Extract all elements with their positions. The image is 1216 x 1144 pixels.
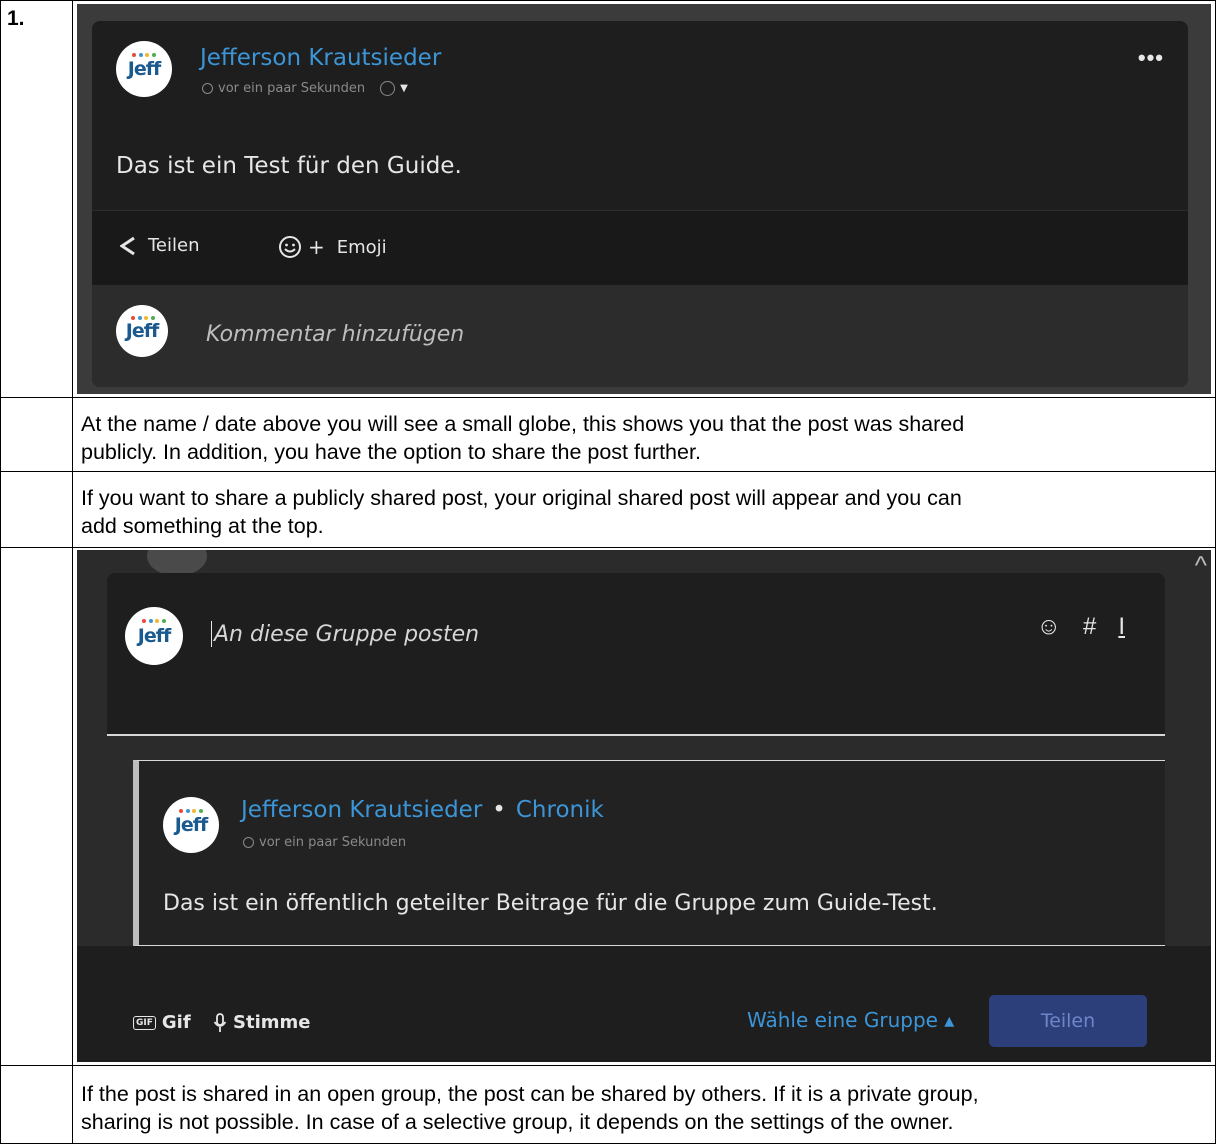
smiley-plus-icon (279, 236, 301, 258)
composer-divider (107, 734, 1165, 736)
table-row: At the name / date above you will see a … (0, 397, 1216, 471)
share-button[interactable]: Teilen (989, 995, 1147, 1047)
row-number-cell (0, 472, 73, 547)
more-options-button[interactable]: ••• (1138, 45, 1164, 71)
plus-icon: + (308, 235, 325, 259)
voice-button[interactable]: Stimme (213, 1012, 310, 1033)
group-select[interactable]: Wähle eine Gruppe ▴ (747, 1008, 954, 1032)
caret-down-icon[interactable]: ▼ (400, 83, 408, 94)
avatar-logo: Jeff (137, 625, 171, 647)
content-cell: At the name / date above you will see a … (73, 398, 1216, 471)
emoji-label: Emoji (336, 236, 387, 258)
globe-icon[interactable] (380, 81, 396, 96)
post-card: Jeff Jefferson Krautsieder vor ein paar … (92, 21, 1188, 387)
post-screenshot: Jeff Jefferson Krautsieder vor ein paar … (77, 4, 1211, 394)
composer-tools: ☺ # I (1036, 613, 1125, 641)
paragraph-line: publicly. In addition, you have the opti… (81, 440, 701, 464)
avatar-logo: Jeff (174, 814, 208, 836)
text-cursor (211, 621, 212, 647)
table-row: If the post is shared in an open group, … (0, 1065, 1216, 1144)
paragraph-line: add something at the top. (81, 514, 324, 538)
clock-icon (202, 83, 213, 94)
composer-placeholder: An diese Gruppe posten (214, 621, 480, 647)
emoji-action[interactable]: + Emoji (278, 235, 387, 259)
chevron-up-icon[interactable]: ^ (1195, 550, 1207, 581)
gif-icon: GIF (133, 1015, 156, 1030)
shared-post-text: Das ist ein öffentlich geteilter Beitrag… (163, 891, 938, 916)
row-number: 1. (7, 7, 25, 30)
comment-bar: Jeff Kommentar hinzufügen (92, 285, 1188, 387)
gif-button[interactable]: GIF Gif (133, 1012, 191, 1033)
microphone-icon (213, 1012, 227, 1032)
row-number-cell (0, 548, 73, 1065)
avatar: Jeff (163, 797, 219, 853)
composer-input[interactable]: An diese Gruppe posten (211, 621, 479, 647)
share-icon (120, 236, 135, 255)
post-time: vor ein paar Sekunden ▼ (202, 81, 408, 96)
paragraph-line: At the name / date above you will see a … (81, 412, 965, 436)
content-cell: If the post is shared in an open group, … (73, 1066, 1216, 1144)
paragraph-line: sharing is not possible. In case of a se… (81, 1110, 954, 1134)
shared-author[interactable]: Jefferson Krautsieder (241, 797, 482, 823)
share-footer: GIF Gif Stimme Wähle eine Gruppe ▴ Teile… (77, 946, 1211, 1062)
row-number-cell (0, 1066, 73, 1144)
avatar-logo: Jeff (127, 58, 161, 80)
post-time-text: vor ein paar Sekunden (218, 81, 366, 96)
emoji-icon[interactable]: ☺ (1036, 613, 1061, 641)
avatar[interactable]: Jeff (116, 41, 172, 97)
share-dialog-screenshot: ^ Jeff An diese Gruppe posten ☺ # I Jeff… (77, 550, 1211, 1062)
paragraph-line: If you want to share a publicly shared p… (81, 486, 962, 510)
content-cell: If you want to share a publicly shared p… (73, 472, 1216, 547)
gif-label: Gif (161, 1012, 191, 1033)
avatar-logo: Jeff (125, 320, 159, 342)
author-name[interactable]: Jefferson Krautsieder (200, 45, 441, 71)
row-number-cell: 1. (0, 1, 73, 397)
separator: • (492, 797, 506, 823)
post-actions: Teilen + Emoji (92, 211, 1188, 285)
shared-time-text: vor ein paar Sekunden (259, 835, 407, 850)
voice-label: Stimme (233, 1012, 311, 1033)
shared-time: vor ein paar Sekunden (243, 835, 406, 850)
share-composer: Jeff An diese Gruppe posten ☺ # I (107, 573, 1165, 735)
text-format-icon[interactable]: I (1118, 613, 1125, 641)
paragraph-line: If the post is shared in an open group, … (81, 1082, 979, 1106)
comment-input[interactable]: Kommentar hinzufügen (206, 322, 464, 347)
shared-author-line: Jefferson Krautsieder • Chronik (241, 797, 604, 823)
share-label: Teilen (148, 235, 200, 256)
shared-post-preview: Jeff Jefferson Krautsieder • Chronik vor… (133, 760, 1165, 946)
table-row: If you want to share a publicly shared p… (0, 471, 1216, 547)
shared-target[interactable]: Chronik (516, 797, 604, 823)
avatar: Jeff (116, 305, 168, 357)
clock-icon (243, 837, 254, 848)
hashtag-icon[interactable]: # (1083, 613, 1096, 641)
share-action[interactable]: Teilen (120, 235, 200, 256)
avatar: Jeff (125, 607, 183, 665)
row-number-cell (0, 398, 73, 471)
post-text: Das ist ein Test für den Guide. (116, 153, 462, 179)
